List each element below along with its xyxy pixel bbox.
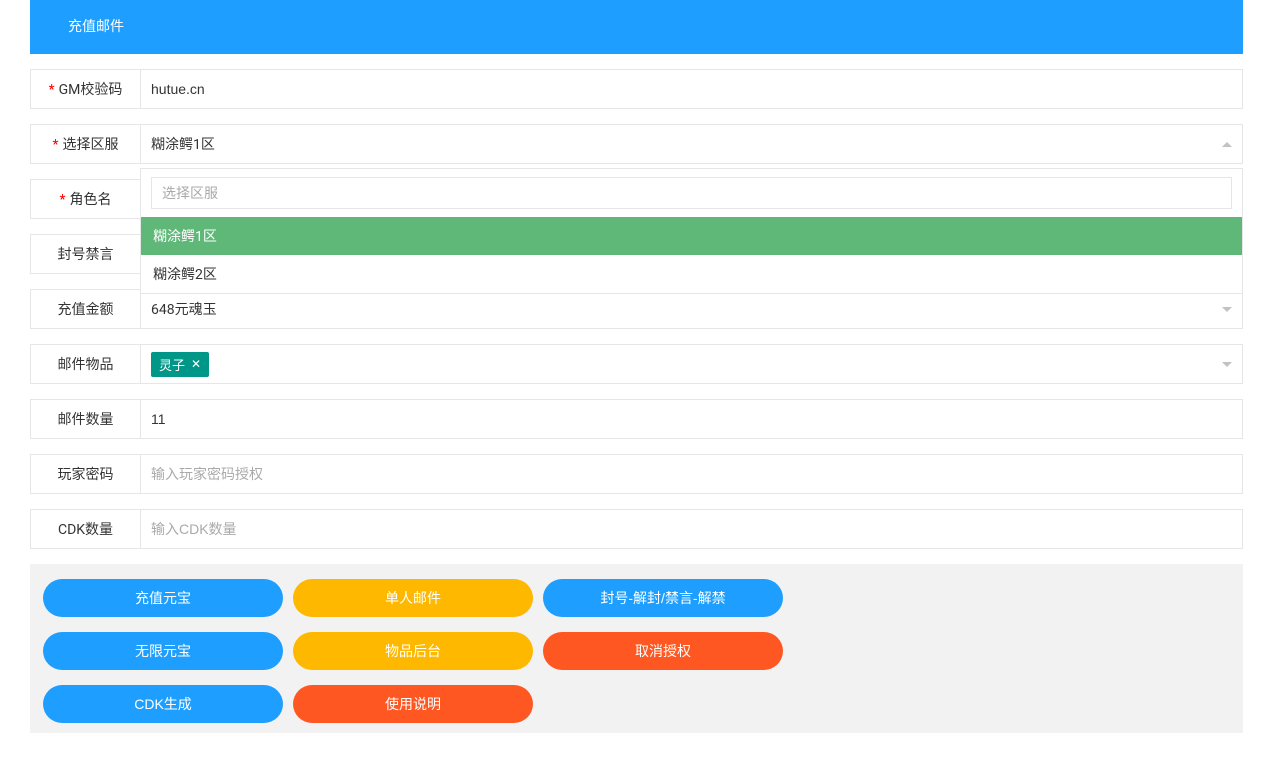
form-container: 充值邮件 GM校验码 选择区服 糊涂鳄1区 糊涂鳄1区 糊涂鳄2区 角色名 封号… <box>0 0 1273 763</box>
label-recharge: 充值金额 <box>30 289 140 329</box>
input-wrap-player-pwd[interactable] <box>140 454 1243 494</box>
row-mail-qty: 邮件数量 <box>30 399 1243 439</box>
input-player-pwd[interactable] <box>151 457 1232 491</box>
header-bar: 充值邮件 <box>30 0 1243 54</box>
input-wrap-mail-qty[interactable] <box>140 399 1243 439</box>
btn-cancel-auth[interactable]: 取消授权 <box>543 632 783 670</box>
button-section: 充值元宝 单人邮件 封号-解封/禁言-解禁 无限元宝 物品后台 取消授权 CDK… <box>30 564 1243 733</box>
header-title: 充值邮件 <box>68 19 124 35</box>
caret-down-icon <box>1222 307 1232 312</box>
label-ban: 封号禁言 <box>30 234 140 274</box>
dropdown-option-1[interactable]: 糊涂鳄1区 <box>141 217 1242 255</box>
btn-cdk-generate[interactable]: CDK生成 <box>43 685 283 723</box>
row-recharge: 充值金额 648元魂玉 <box>30 289 1243 329</box>
row-gm-code: GM校验码 <box>30 69 1243 109</box>
btn-item-backend[interactable]: 物品后台 <box>293 632 533 670</box>
label-mail-qty: 邮件数量 <box>30 399 140 439</box>
dropdown-option-2[interactable]: 糊涂鳄2区 <box>141 255 1242 293</box>
input-gm-code[interactable] <box>151 72 1232 106</box>
dropdown-search-wrap <box>141 169 1242 217</box>
label-gm-code: GM校验码 <box>30 69 140 109</box>
button-row-3: CDK生成 使用说明 <box>43 685 1230 723</box>
btn-recharge-yuanbao[interactable]: 充值元宝 <box>43 579 283 617</box>
input-wrap-cdk-qty[interactable] <box>140 509 1243 549</box>
label-mail-item: 邮件物品 <box>30 344 140 384</box>
select-mail-item[interactable]: 灵子 ✕ <box>140 344 1243 384</box>
input-cdk-qty[interactable] <box>151 512 1232 546</box>
caret-down-icon <box>1222 362 1232 367</box>
label-server: 选择区服 <box>30 124 140 164</box>
dropdown-server: 糊涂鳄1区 糊涂鳄2区 <box>140 168 1243 294</box>
tag-text: 灵子 <box>159 355 185 374</box>
select-recharge[interactable]: 648元魂玉 <box>140 289 1243 329</box>
row-cdk-qty: CDK数量 <box>30 509 1243 549</box>
label-player-pwd: 玩家密码 <box>30 454 140 494</box>
row-server: 选择区服 糊涂鳄1区 糊涂鳄1区 糊涂鳄2区 <box>30 124 1243 164</box>
label-cdk-qty: CDK数量 <box>30 509 140 549</box>
button-row-1: 充值元宝 单人邮件 封号-解封/禁言-解禁 <box>43 579 1230 617</box>
label-role: 角色名 <box>30 179 140 219</box>
tag-mail-item: 灵子 ✕ <box>151 352 209 377</box>
row-player-pwd: 玩家密码 <box>30 454 1243 494</box>
row-mail-item: 邮件物品 灵子 ✕ <box>30 344 1243 384</box>
input-wrap-gm-code[interactable] <box>140 69 1243 109</box>
caret-up-icon <box>1222 142 1232 147</box>
btn-single-mail[interactable]: 单人邮件 <box>293 579 533 617</box>
select-recharge-value: 648元魂玉 <box>151 299 1214 319</box>
button-row-2: 无限元宝 物品后台 取消授权 <box>43 632 1230 670</box>
input-mail-qty[interactable] <box>151 402 1232 436</box>
select-server-value: 糊涂鳄1区 <box>151 134 1214 154</box>
dropdown-search-input[interactable] <box>151 177 1232 209</box>
close-icon[interactable]: ✕ <box>191 358 201 370</box>
select-server[interactable]: 糊涂鳄1区 <box>140 124 1243 164</box>
btn-ban-unban[interactable]: 封号-解封/禁言-解禁 <box>543 579 783 617</box>
btn-unlimited-yuanbao[interactable]: 无限元宝 <box>43 632 283 670</box>
btn-usage-info[interactable]: 使用说明 <box>293 685 533 723</box>
